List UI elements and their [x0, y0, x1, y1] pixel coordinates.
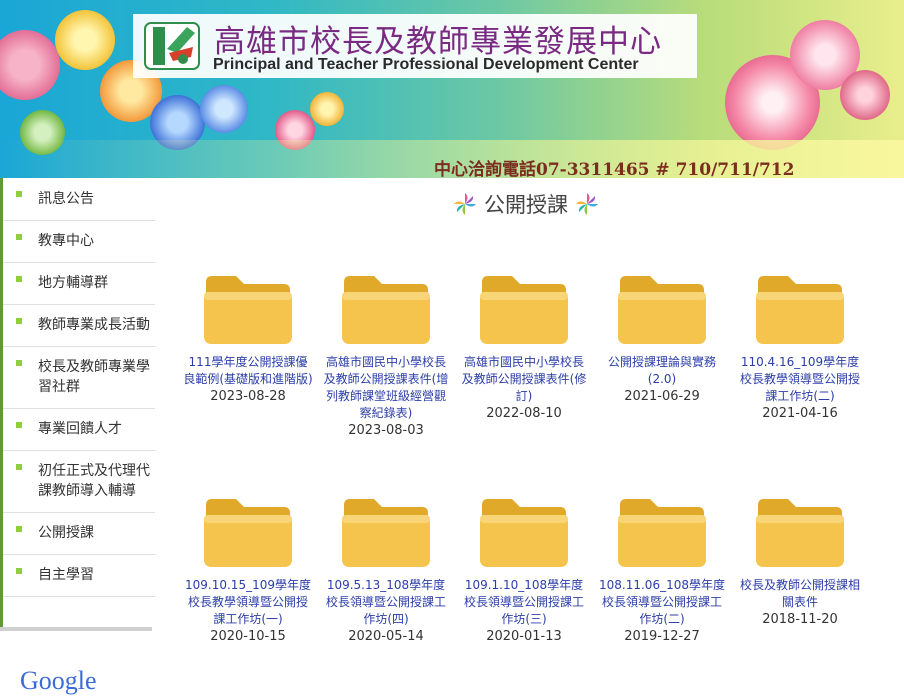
section-title-text: 公開授課	[484, 193, 568, 217]
folder-item[interactable]: 高雄市國民中小學校長及教師公開授課表件(修訂) 2022-08-10	[459, 272, 589, 422]
sidebar-item-learning-community[interactable]: 校長及教師專業學習社群	[3, 347, 155, 409]
bullet-icon	[16, 191, 22, 197]
folder-title[interactable]: 高雄市國民中小學校長及教師公開授課表件(增列教師課堂班級經營觀察紀錄表)	[321, 354, 451, 422]
folder-item[interactable]: 111學年度公開授課優良範例(基礎版和進階版) 2023-08-28	[183, 272, 313, 405]
folder-item[interactable]: 校長及教師公開授課相關表件 2018-11-20	[735, 495, 865, 628]
header-banner: 高雄市校長及教師專業發展中心 Principal and Teacher Pro…	[0, 0, 904, 178]
flower-decoration	[200, 85, 248, 133]
folder-date: 2021-06-29	[624, 389, 700, 404]
folder-title[interactable]: 高雄市國民中小學校長及教師公開授課表件(修訂)	[459, 354, 589, 405]
sidebar-item-open-class[interactable]: 公開授課	[3, 513, 155, 555]
folder-date: 2022-08-10	[486, 406, 562, 421]
folder-title[interactable]: 校長及教師公開授課相關表件	[735, 577, 865, 611]
sidebar-item-new-teacher-induction[interactable]: 初任正式及代理代課教師導入輔導	[3, 451, 155, 513]
folder-icon[interactable]	[340, 495, 432, 569]
folder-icon[interactable]	[478, 272, 570, 346]
sidebar-item-local-advisory[interactable]: 地方輔導群	[3, 263, 155, 305]
folder-item[interactable]: 公開授課理論與實務(2.0) 2021-06-29	[597, 272, 727, 405]
folder-date: 2023-08-03	[348, 423, 424, 438]
sidebar-item-announcements[interactable]: 訊息公告	[3, 178, 155, 221]
site-title-zh: 高雄市校長及教師專業發展中心	[214, 24, 662, 60]
sidebar-item-label: 初任正式及代理代課教師導入輔導	[38, 463, 150, 499]
flower-decoration	[310, 92, 344, 126]
bullet-icon	[16, 464, 22, 470]
sidebar-item-label: 訊息公告	[38, 191, 94, 207]
sidebar-item-pd-center[interactable]: 教專中心	[3, 221, 155, 263]
folder-icon[interactable]	[754, 495, 846, 569]
flower-decoration	[55, 10, 115, 70]
bullet-icon	[16, 318, 22, 324]
folder-icon[interactable]	[340, 272, 432, 346]
center-logo	[144, 22, 200, 70]
folder-date: 2019-12-27	[624, 629, 700, 644]
folder-date: 2021-04-16	[762, 406, 838, 421]
sidebar-item-label: 自主學習	[38, 567, 94, 583]
bullet-icon	[16, 568, 22, 574]
bullet-icon	[16, 360, 22, 366]
contact-phone: 中心洽詢電話07-3311465 # 710/711/712	[434, 160, 795, 178]
sidebar-item-feedback-talent[interactable]: 專業回饋人才	[3, 409, 155, 451]
folder-title[interactable]: 108.11.06_108學年度校長領導暨公開授課工作坊(二)	[597, 577, 727, 628]
sidebar-item-label: 公開授課	[38, 525, 94, 541]
folder-title[interactable]: 109.10.15_109學年度校長教學領導暨公開授課工作坊(一)	[183, 577, 313, 628]
page-title: 公開授課	[446, 188, 606, 220]
folder-title[interactable]: 公開授課理論與實務(2.0)	[597, 354, 727, 388]
google-logo[interactable]: Google	[20, 666, 97, 696]
folder-date: 2018-11-20	[762, 612, 838, 627]
folder-icon[interactable]	[616, 272, 708, 346]
site-title-en: Principal and Teacher Professional Devel…	[213, 56, 639, 73]
bullet-icon	[16, 276, 22, 282]
sidebar-item-label: 地方輔導群	[38, 275, 108, 291]
flower-decoration	[0, 30, 60, 100]
folder-title[interactable]: 110.4.16_109學年度校長教學領導暨公開授課工作坊(二)	[735, 354, 865, 405]
folder-date: 2020-05-14	[348, 629, 424, 644]
bullet-icon	[16, 234, 22, 240]
folder-date: 2020-10-15	[210, 629, 286, 644]
folder-item[interactable]: 109.10.15_109學年度校長教學領導暨公開授課工作坊(一) 2020-1…	[183, 495, 313, 645]
sidebar-item-growth-activities[interactable]: 教師專業成長活動	[3, 305, 155, 347]
pinwheel-icon	[454, 193, 476, 215]
folder-item[interactable]: 109.5.13_108學年度校長領導暨公開授課工作坊(四) 2020-05-1…	[321, 495, 451, 645]
folder-title[interactable]: 109.5.13_108學年度校長領導暨公開授課工作坊(四)	[321, 577, 451, 628]
bullet-icon	[16, 526, 22, 532]
folder-title[interactable]: 111學年度公開授課優良範例(基礎版和進階版)	[183, 354, 313, 388]
folder-item[interactable]: 110.4.16_109學年度校長教學領導暨公開授課工作坊(二) 2021-04…	[735, 272, 865, 422]
flower-decoration	[840, 70, 890, 120]
sidebar-item-self-learning[interactable]: 自主學習	[3, 555, 155, 597]
folder-item[interactable]: 109.1.10_108學年度校長領導暨公開授課工作坊(三) 2020-01-1…	[459, 495, 589, 645]
sidebar-item-label: 校長及教師專業學習社群	[38, 359, 150, 395]
folder-icon[interactable]	[202, 495, 294, 569]
pinwheel-icon	[576, 193, 598, 215]
sidebar-item-label: 教師專業成長活動	[38, 317, 150, 333]
sidebar-item-label: 教專中心	[38, 233, 94, 249]
folder-icon[interactable]	[616, 495, 708, 569]
folder-title[interactable]: 109.1.10_108學年度校長領導暨公開授課工作坊(三)	[459, 577, 589, 628]
folder-icon[interactable]	[478, 495, 570, 569]
sidebar-divider	[0, 627, 152, 631]
sidebar-nav: 訊息公告 教專中心 地方輔導群 教師專業成長活動 校長及教師專業學習社群 專業回…	[0, 178, 155, 630]
folder-icon[interactable]	[754, 272, 846, 346]
bullet-icon	[16, 422, 22, 428]
folder-date: 2023-08-28	[210, 389, 286, 404]
sidebar-item-label: 專業回饋人才	[38, 421, 122, 437]
folder-item[interactable]: 108.11.06_108學年度校長領導暨公開授課工作坊(二) 2019-12-…	[597, 495, 727, 645]
folder-item[interactable]: 高雄市國民中小學校長及教師公開授課表件(增列教師課堂班級經營觀察紀錄表) 202…	[321, 272, 451, 439]
folder-date: 2020-01-13	[486, 629, 562, 644]
folder-icon[interactable]	[202, 272, 294, 346]
